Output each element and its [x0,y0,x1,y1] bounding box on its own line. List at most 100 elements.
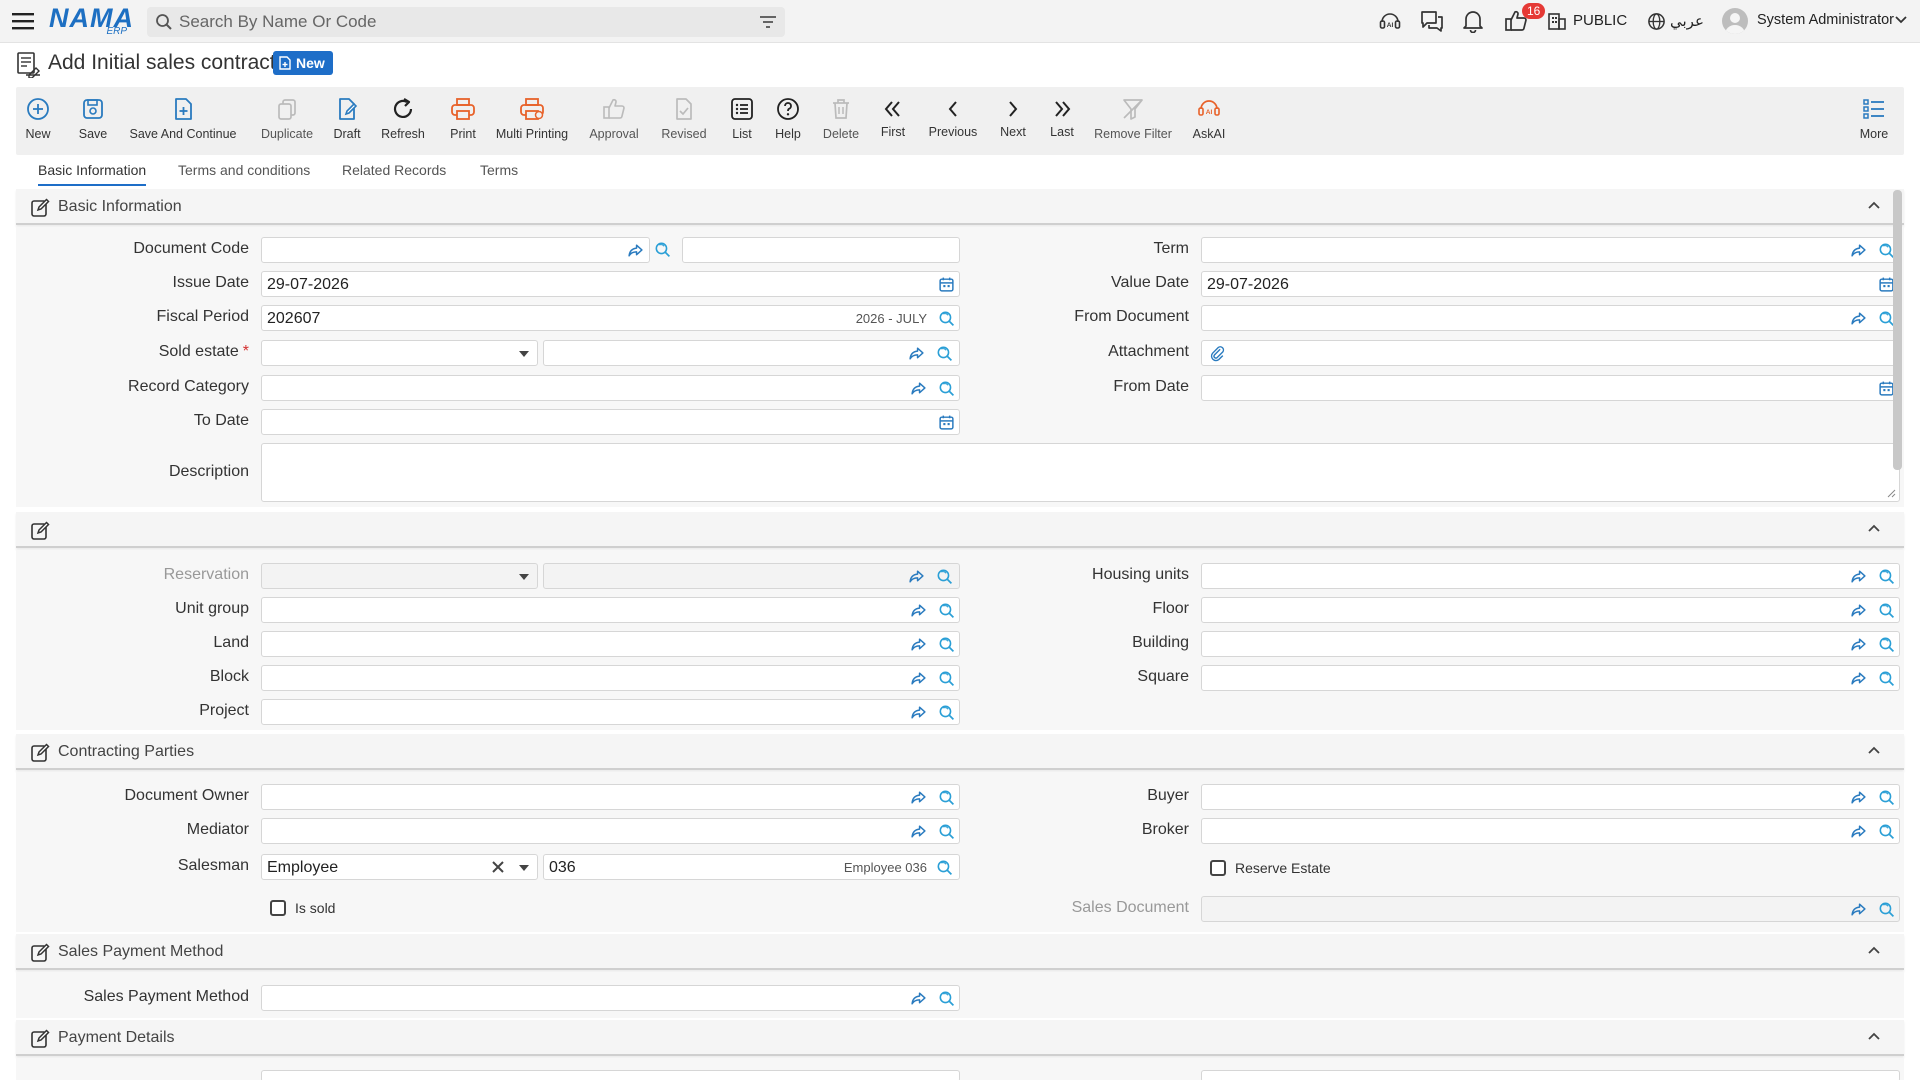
share-icon[interactable] [1850,568,1867,585]
multi-printing-button[interactable]: Multi Printing [494,95,570,141]
first-button[interactable]: First [878,95,908,139]
share-icon[interactable] [910,789,927,806]
chat-icon[interactable] [1419,9,1445,33]
clear-icon[interactable] [491,860,505,874]
calendar-icon[interactable] [938,276,955,293]
from-date-input[interactable] [1201,375,1900,401]
share-icon[interactable] [910,823,927,840]
share-icon[interactable] [910,380,927,397]
section-payment-details[interactable]: Payment Details [16,1020,1904,1056]
collapse-icon[interactable] [1868,746,1880,754]
print-button[interactable]: Print [446,95,480,141]
collapse-icon[interactable] [1868,946,1880,954]
reserve-estate-checkbox[interactable] [1210,860,1226,876]
lookup-icon[interactable] [1878,636,1895,653]
from-document-input[interactable] [1201,305,1900,331]
user-name[interactable]: System Administrator [1757,12,1894,28]
share-icon[interactable] [908,568,925,585]
project-input[interactable] [261,699,960,725]
previous-button[interactable]: Previous [928,95,978,139]
salesman-type-select[interactable]: Employee [261,854,538,880]
last-button[interactable]: Last [1048,95,1076,139]
salesman-code-input[interactable]: 036 Employee 036 [543,854,960,880]
share-icon[interactable] [1850,242,1867,259]
sales-payment-method-input[interactable] [261,985,960,1011]
ai-support-icon[interactable]: AI [1378,9,1402,33]
collapse-icon[interactable] [1868,1032,1880,1040]
share-icon[interactable] [910,636,927,653]
section-units[interactable] [16,512,1904,548]
collapse-icon[interactable] [1868,201,1880,209]
share-icon[interactable] [910,704,927,721]
bell-icon[interactable] [1462,9,1484,33]
unit-group-input[interactable] [261,597,960,623]
tab-terms-and-conditions[interactable]: Terms and conditions [178,162,310,178]
lookup-icon[interactable] [938,636,955,653]
land-input[interactable] [261,631,960,657]
lookup-icon[interactable] [1878,789,1895,806]
share-icon[interactable] [910,670,927,687]
new-button[interactable]: New [24,95,52,141]
lookup-icon[interactable] [938,310,955,327]
draft-button[interactable]: Draft [330,95,364,141]
tab-related-records[interactable]: Related Records [342,162,446,178]
public-label[interactable]: PUBLIC [1573,12,1627,29]
scrollbar[interactable] [1893,190,1902,470]
delete-button[interactable]: Delete [822,95,860,141]
share-icon[interactable] [910,990,927,1007]
lookup-icon[interactable] [938,380,955,397]
document-code-name-input[interactable] [682,237,960,263]
more-button[interactable]: More [1858,95,1890,141]
logo[interactable]: NAMA ERP [49,4,133,37]
resize-handle-icon[interactable] [1886,488,1896,498]
buyer-input[interactable] [1201,784,1900,810]
document-owner-input[interactable] [261,784,960,810]
share-icon[interactable] [1850,310,1867,327]
share-icon[interactable] [627,242,644,259]
calendar-icon[interactable] [938,414,955,431]
term-input[interactable] [1201,237,1900,263]
share-icon[interactable] [1850,636,1867,653]
help-button[interactable]: Help [773,95,803,141]
lookup-icon[interactable] [1878,568,1895,585]
remove-filter-button[interactable]: Remove Filter [1094,95,1172,141]
tab-basic-information[interactable]: Basic Information [38,162,146,178]
lookup-icon[interactable] [938,704,955,721]
share-icon[interactable] [1850,789,1867,806]
broker-input[interactable] [1201,818,1900,844]
menu-icon[interactable] [12,11,34,31]
lookup-icon[interactable] [654,241,671,258]
lookup-icon[interactable] [938,990,955,1007]
lookup-icon[interactable] [938,602,955,619]
lookup-icon[interactable] [1878,823,1895,840]
section-sales-payment-method[interactable]: Sales Payment Method [16,934,1904,970]
to-date-input[interactable] [261,409,960,435]
tab-terms[interactable]: Terms [480,162,518,178]
filter-icon[interactable] [759,14,777,30]
floor-input[interactable] [1201,597,1900,623]
payment-details-field-left[interactable] [261,1070,960,1080]
refresh-button[interactable]: Refresh [380,95,426,141]
reservation-value-input[interactable] [543,563,960,589]
list-button[interactable]: List [728,95,756,141]
lookup-icon[interactable] [936,345,953,362]
sales-document-input[interactable] [1201,896,1900,922]
share-icon[interactable] [1850,670,1867,687]
lookup-icon[interactable] [936,568,953,585]
share-icon[interactable] [1850,901,1867,918]
share-icon[interactable] [910,602,927,619]
fiscal-period-input[interactable]: 202607 2026 - JULY [261,305,960,331]
sold-estate-value-input[interactable] [543,340,960,366]
description-textarea[interactable] [261,443,1900,502]
globe-icon[interactable] [1647,12,1666,31]
revised-button[interactable]: Revised [660,95,708,141]
next-button[interactable]: Next [998,95,1028,139]
value-date-input[interactable]: 29-07-2026 [1201,271,1900,297]
share-icon[interactable] [908,345,925,362]
save-and-continue-button[interactable]: Save And Continue [129,95,237,141]
housing-units-input[interactable] [1201,563,1900,589]
paperclip-icon[interactable] [1209,345,1226,362]
lookup-icon[interactable] [938,789,955,806]
lookup-icon[interactable] [938,823,955,840]
issue-date-input[interactable]: 29-07-2026 [261,271,960,297]
